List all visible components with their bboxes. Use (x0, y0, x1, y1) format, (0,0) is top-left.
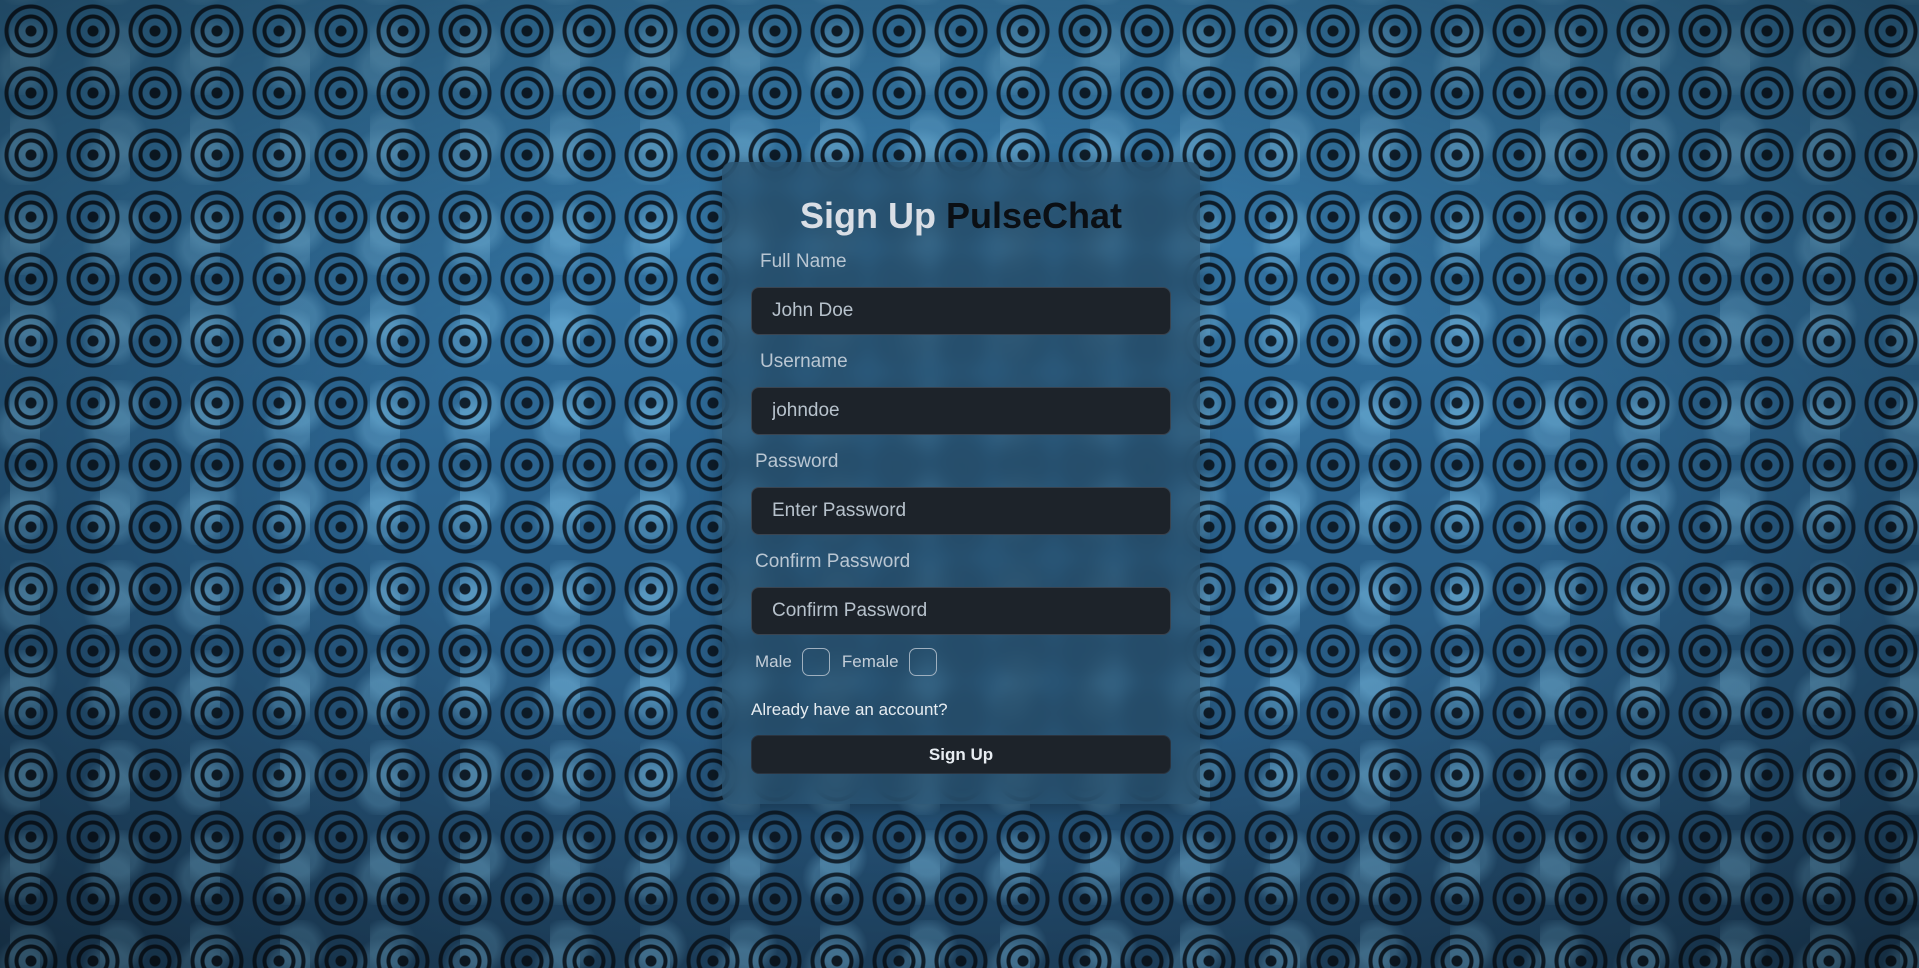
male-checkbox[interactable] (801, 648, 830, 676)
full-name-input[interactable] (751, 287, 1171, 335)
gender-selector: Male Female (755, 648, 949, 676)
female-label: Female (841, 652, 899, 671)
confirm-password-label: Confirm Password (755, 551, 911, 572)
female-checkbox[interactable] (908, 648, 937, 676)
login-link[interactable]: Already have an account? (751, 700, 948, 720)
male-label: Male (755, 652, 792, 671)
full-name-label: Full Name (760, 251, 847, 272)
username-label: Username (760, 351, 848, 372)
sign-up-button[interactable]: Sign Up (751, 735, 1171, 774)
signup-card: Sign Up PulseChat Full Name Username Pas… (722, 162, 1200, 804)
title-sign-up: Sign Up (799, 195, 936, 236)
password-input[interactable] (751, 487, 1171, 535)
page-title: Sign Up PulseChat (722, 194, 1200, 238)
title-brand: PulseChat (945, 195, 1123, 236)
username-input[interactable] (751, 387, 1171, 435)
confirm-password-input[interactable] (751, 587, 1171, 635)
password-label: Password (755, 451, 839, 472)
